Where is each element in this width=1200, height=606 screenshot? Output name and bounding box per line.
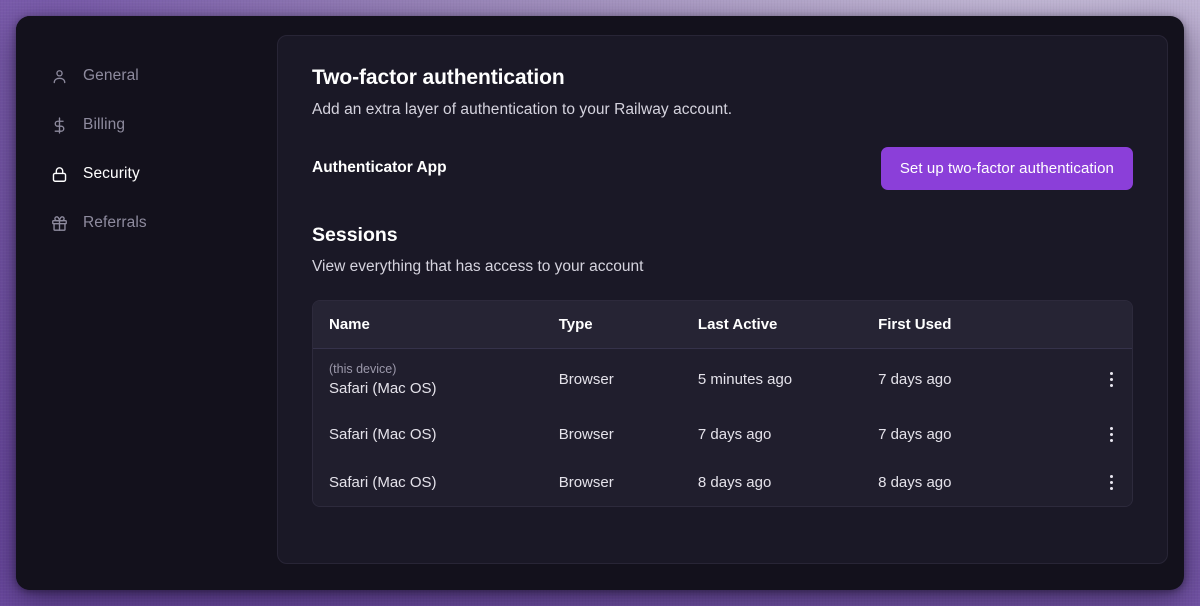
table-row: (this device) Safari (Mac OS) Browser 5 … bbox=[313, 348, 1132, 410]
gift-icon bbox=[50, 214, 68, 232]
cell-session-type: Browser bbox=[558, 410, 698, 458]
sidebar-item-label: Billing bbox=[83, 116, 126, 133]
cell-session-last-active: 7 days ago bbox=[697, 410, 879, 458]
cell-session-type: Browser bbox=[558, 348, 698, 410]
sidebar-item-security[interactable]: Security bbox=[16, 156, 277, 192]
cell-row-actions bbox=[1074, 348, 1132, 410]
cell-session-name: Safari (Mac OS) bbox=[313, 410, 559, 458]
cell-session-first-used: 8 days ago bbox=[878, 458, 1075, 506]
sessions-table-container: Name Type Last Active First Used (this d… bbox=[312, 300, 1133, 507]
cell-session-name: (this device) Safari (Mac OS) bbox=[313, 348, 559, 410]
cell-session-first-used: 7 days ago bbox=[878, 348, 1075, 410]
cell-session-last-active: 8 days ago bbox=[697, 458, 879, 506]
column-header-name: Name bbox=[313, 301, 559, 349]
sidebar-item-label: Security bbox=[83, 165, 140, 182]
setup-two-factor-button[interactable]: Set up two-factor authentication bbox=[880, 146, 1133, 190]
kebab-menu-icon[interactable] bbox=[1100, 471, 1122, 493]
kebab-menu-icon[interactable] bbox=[1100, 423, 1122, 445]
sessions-table: Name Type Last Active First Used (this d… bbox=[313, 301, 1132, 506]
settings-sidebar: General Billing Security Referrals bbox=[16, 16, 277, 590]
sessions-header: Sessions View everything that has access… bbox=[312, 224, 1133, 276]
app-window: General Billing Security Referrals Two-f… bbox=[16, 16, 1184, 590]
column-header-first-used: First Used bbox=[878, 301, 1075, 349]
cell-session-type: Browser bbox=[558, 458, 698, 506]
page-description: Add an extra layer of authentication to … bbox=[312, 101, 733, 118]
column-header-last-active: Last Active bbox=[697, 301, 879, 349]
authenticator-app-label: Authenticator App bbox=[312, 159, 447, 176]
sidebar-item-billing[interactable]: Billing bbox=[16, 107, 277, 143]
sessions-title: Sessions bbox=[312, 224, 398, 246]
column-header-actions bbox=[1074, 301, 1132, 349]
security-settings-card: Two-factor authentication Add an extra l… bbox=[277, 35, 1168, 564]
cell-row-actions bbox=[1074, 410, 1132, 458]
cell-session-name: Safari (Mac OS) bbox=[313, 458, 559, 506]
sidebar-item-label: General bbox=[83, 67, 139, 84]
user-icon bbox=[50, 67, 68, 85]
kebab-menu-icon[interactable] bbox=[1100, 369, 1122, 391]
sidebar-item-referrals[interactable]: Referrals bbox=[16, 205, 277, 241]
dollar-icon bbox=[50, 116, 68, 134]
main-content: Two-factor authentication Add an extra l… bbox=[277, 16, 1184, 590]
sidebar-item-general[interactable]: General bbox=[16, 58, 277, 94]
sessions-table-head: Name Type Last Active First Used bbox=[313, 301, 1132, 349]
lock-icon bbox=[50, 165, 68, 183]
table-row: Safari (Mac OS) Browser 8 days ago 8 day… bbox=[313, 458, 1132, 506]
table-header-row: Name Type Last Active First Used bbox=[313, 301, 1132, 349]
session-name-text: Safari (Mac OS) bbox=[329, 380, 437, 397]
cell-session-last-active: 5 minutes ago bbox=[697, 348, 879, 410]
cell-session-first-used: 7 days ago bbox=[878, 410, 1075, 458]
sessions-description: View everything that has access to your … bbox=[312, 258, 644, 275]
authenticator-app-row: Authenticator App Set up two-factor auth… bbox=[312, 146, 1133, 190]
column-header-type: Type bbox=[558, 301, 698, 349]
page-title: Two-factor authentication bbox=[312, 66, 565, 89]
sessions-table-body: (this device) Safari (Mac OS) Browser 5 … bbox=[313, 348, 1132, 506]
sidebar-item-label: Referrals bbox=[83, 214, 147, 231]
table-row: Safari (Mac OS) Browser 7 days ago 7 day… bbox=[313, 410, 1132, 458]
this-device-tag: (this device) bbox=[329, 362, 397, 376]
cell-row-actions bbox=[1074, 458, 1132, 506]
